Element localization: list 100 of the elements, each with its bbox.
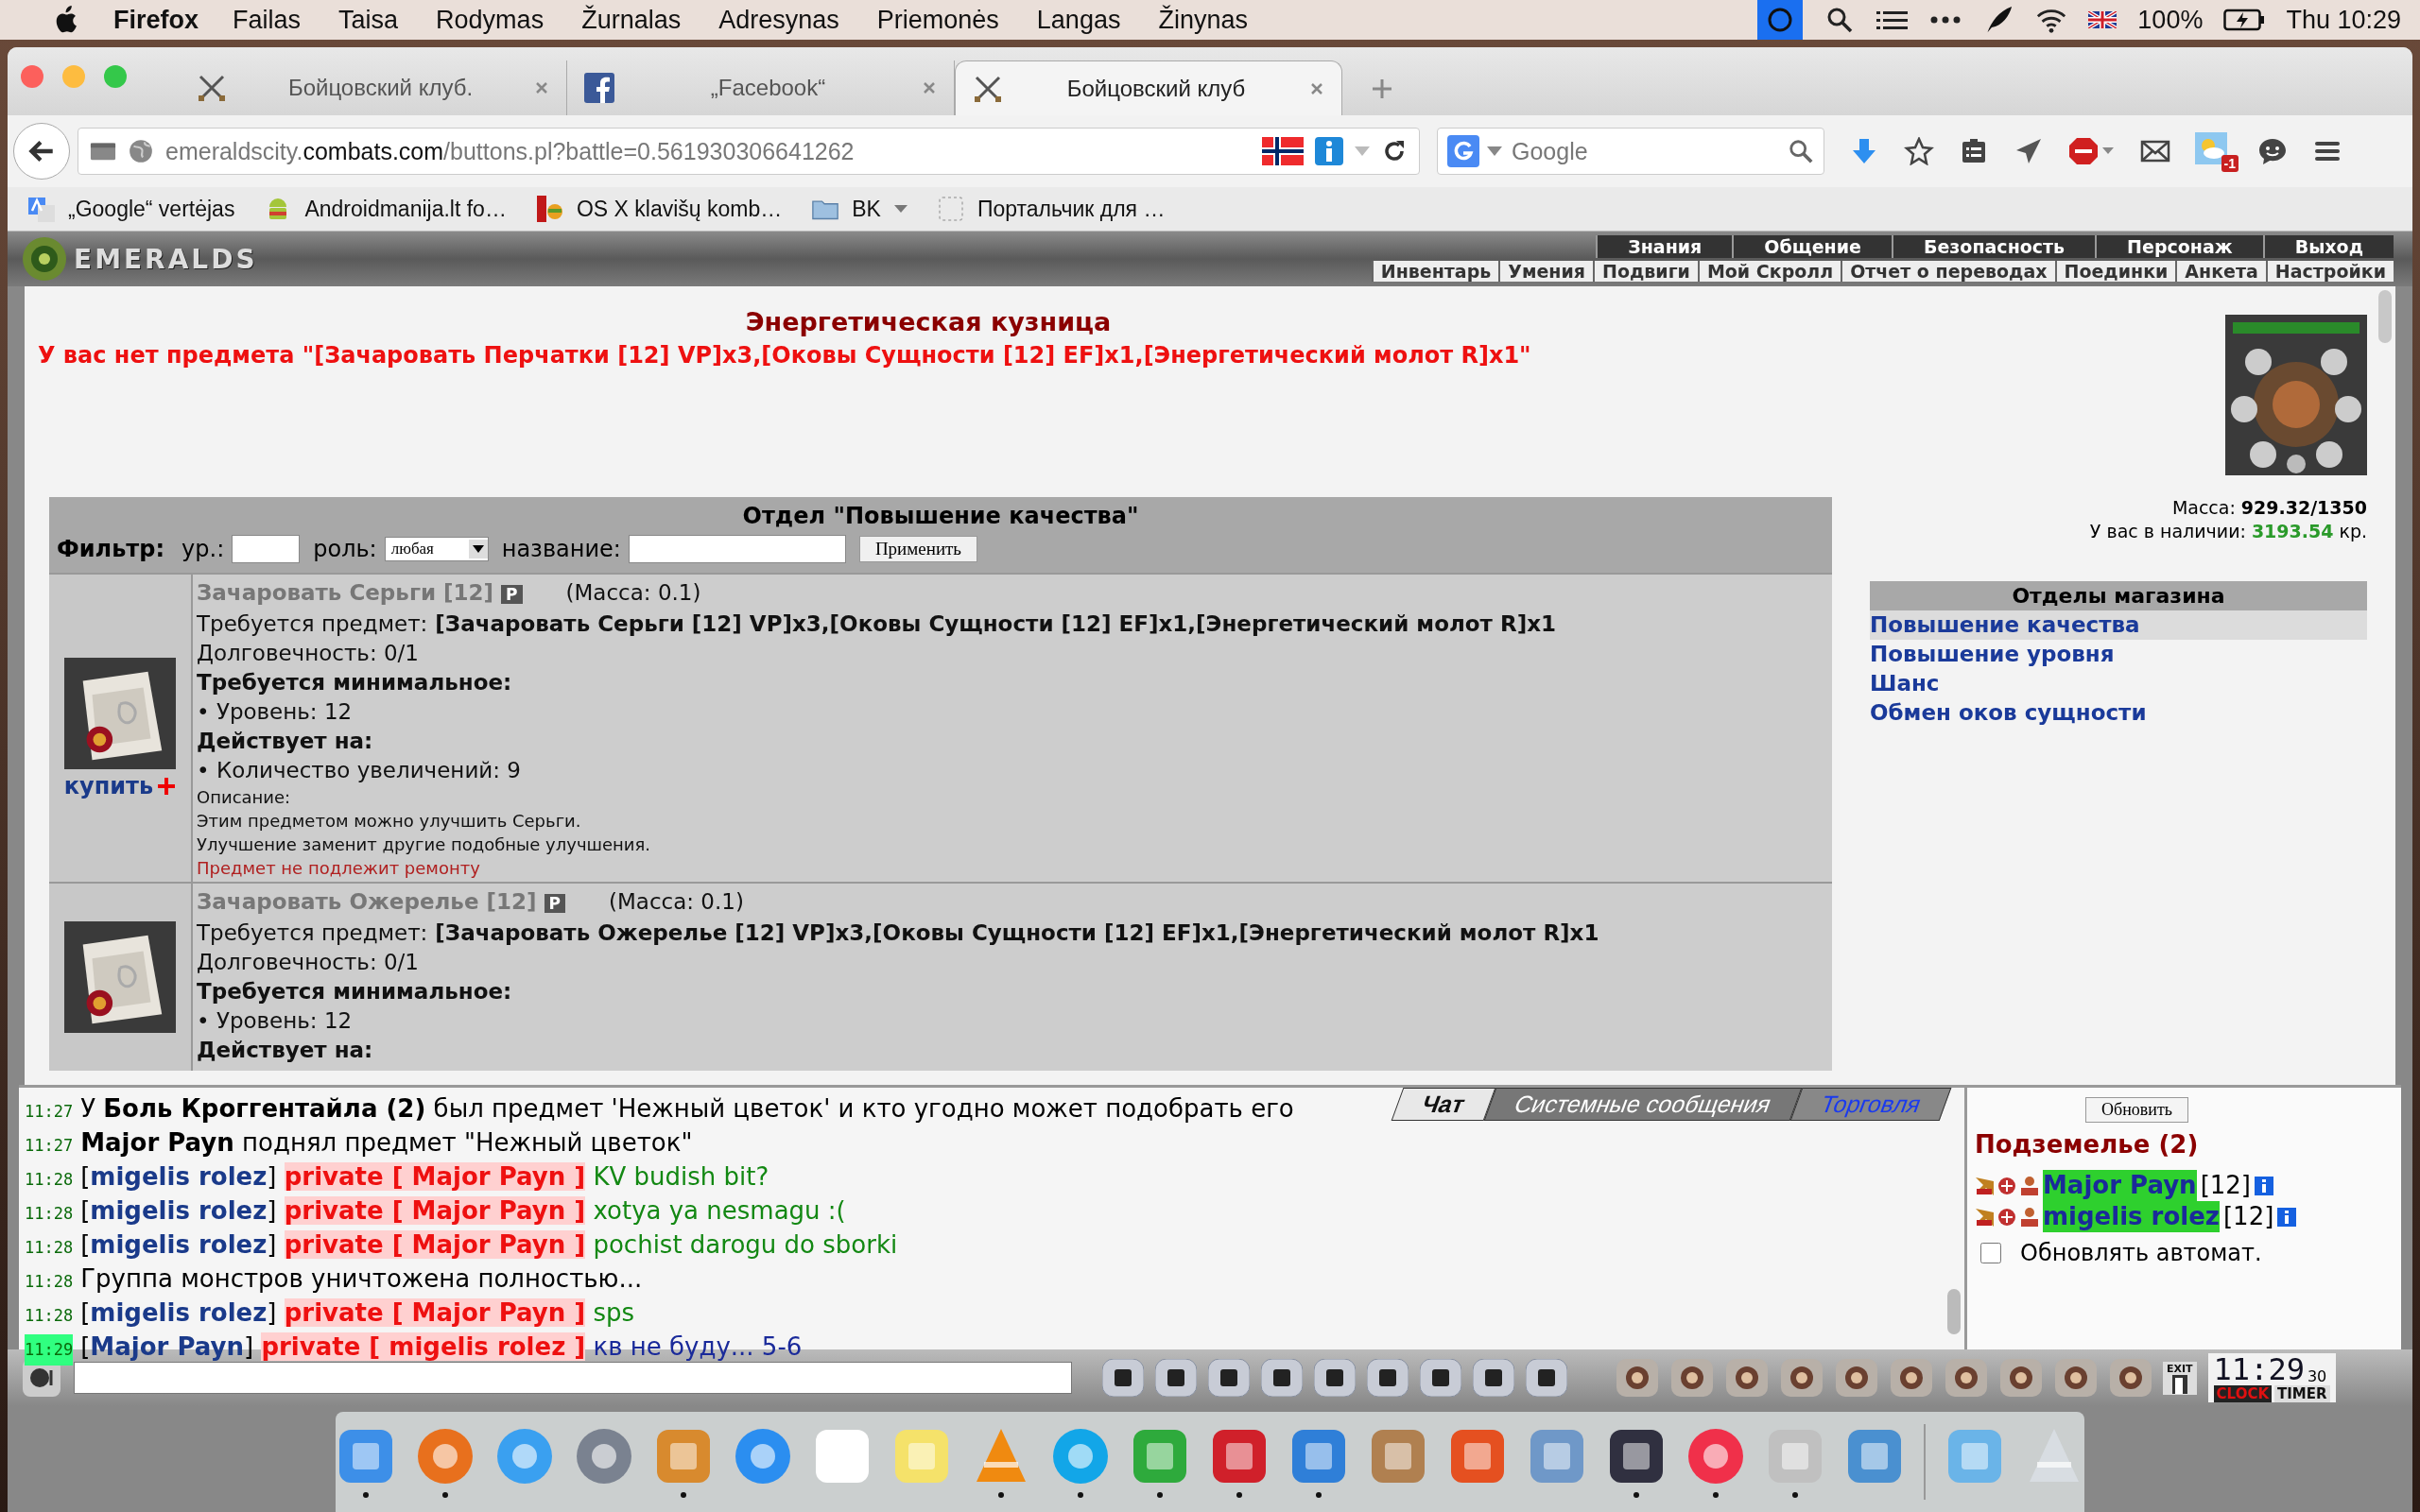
menu-item[interactable]: Adresynas [718,5,839,35]
menu-item[interactable]: Taisa [338,5,399,35]
game-nav-link[interactable]: Подвиги [1593,261,1698,282]
apply-button[interactable]: Применить [858,536,978,562]
game-nav-link[interactable]: Выход [2262,235,2394,258]
game-logo: EMERALDS [74,243,258,275]
menu-item[interactable]: Langas [1036,5,1121,35]
chat-message: Группа монстров уничтожена полностью... [80,1263,643,1295]
chat-tab[interactable]: Системные сообщения [1483,1088,1802,1121]
menu-app-name[interactable]: Firefox [113,5,199,35]
required-items: [Зачаровать Ожерелье [12] VP]x3,[Оковы Сущности [12] EF]x1,[Энергетический молот R]x1 [435,920,1599,945]
message-time: 11:28 [25,1203,74,1225]
menu-item[interactable]: Failas [233,5,302,35]
requirement-text: • Уровень: 12 [197,1007,354,1035]
chat-message: [migelis rolez] private [ Major Payn ] sps [80,1297,635,1329]
bookmark-item[interactable]: Портальчик для … [937,196,1166,222]
description-text: Улучшение заменит другие подобные улучшения. [197,833,652,856]
mass-value: 929.32/1350 [2240,496,2367,520]
game-nav-link[interactable]: Поединки [2054,261,2176,282]
error-message: У вас нет предмета "[Зачаровать Перчатки [12] VP]x3,[Оковы Сущности [12] EF]x1,[Энергетический молот R]x1" [37,342,1532,369]
field-label: роль: [313,536,377,562]
effect-text: • Количество увеличений: 9 [197,757,522,784]
game-nav-link[interactable]: Настройки [2265,261,2394,282]
checkbox-label: Обновлять автомат. [2020,1240,2262,1266]
timer-label[interactable]: TIMER [2274,1385,2330,1402]
description-label: Описание: [197,786,292,809]
field-label: ур.: [182,536,225,562]
durability-text: Долговечность: 0/1 [197,949,420,976]
item-badge: P [544,894,565,913]
item-mass: (Масса: 0.1) [565,580,701,605]
game-nav-link[interactable]: Общение [1732,235,1892,258]
game-nav-link[interactable]: Безопасность [1891,235,2096,258]
requirement-label: Требуется предмет: [197,611,428,636]
message-time: 11:28 [25,1169,74,1191]
section-heading: Действует на: [197,1037,374,1064]
section-link[interactable]: Шанс [1870,669,2367,698]
message-time: 11:28 [25,1271,74,1293]
sections-title: Отделы магазина [1870,581,2367,610]
field-label: название: [501,536,621,562]
message-time: 11:28 [25,1237,74,1259]
refresh-button[interactable]: Обновить [2085,1097,2188,1123]
message-time: 11:27 [25,1101,74,1123]
section-heading: Требуется минимальное: [197,669,513,696]
game-nav-link[interactable]: Знания [1596,235,1733,258]
page-title: Энергетическая кузница [744,307,1113,336]
clock-time: 11:29 [2213,1353,2305,1385]
bookmark-item[interactable]: Androidmanija.lt fo… [265,196,507,222]
money-value: 3193.54 [2251,520,2334,543]
role-dropdown[interactable]: любая [384,537,489,561]
bookmark-item[interactable]: OS X klavišų komb… [536,196,783,222]
player-name[interactable]: migelis rolez [2043,1201,2220,1232]
section-link[interactable]: Повышение качества [1870,610,2367,640]
chat-message: [migelis rolez] private [ Major Payn ] xotya ya nesmagu :( [80,1195,846,1227]
message-time: 11:28 [25,1305,74,1327]
menu-item[interactable]: Žinynas [1158,5,1248,35]
buy-link[interactable]: купить [63,772,154,799]
clock-seconds: 30 [2307,1367,2327,1385]
repair-note: Предмет не подлежит ремонту [197,857,481,880]
chat-message: [Major Payn] private [ migelis rolez ] кв не буду... 5-6 [80,1332,803,1363]
search-field[interactable]: Google [1437,128,1824,175]
game-nav-link[interactable]: Инвентарь [1371,261,1499,282]
exit-button[interactable]: EXIT [2163,1361,2197,1395]
item-mass: (Масса: 0.1) [609,889,744,914]
currency-label: кр. [2339,520,2367,543]
player-level: [12] [2200,1170,2251,1201]
game-nav-link[interactable]: Персонаж [2095,235,2263,258]
section-heading: Требуется минимальное: [197,978,513,1005]
chat-message: [migelis rolez] private [ Major Payn ] KV budish bit? [80,1161,769,1193]
address-field[interactable]: emeraldscity.combats.com/buttons.pl?battle=0.561930306641262 [78,128,1420,175]
browser-tab[interactable]: Бойцовский клуб [955,60,1342,115]
chat-message: [migelis rolez] private [ Major Payn ] pochist darogu do sborki [80,1229,898,1261]
mass-label: Масса: [2171,496,2236,520]
section-link[interactable]: Обмен оков сущности [1870,698,2367,728]
item-badge: P [501,585,523,604]
required-items: [Зачаровать Серьги [12] VP]x3,[Оковы Сущности [12] EF]x1,[Энергетический молот R]x1 [435,611,1556,636]
player-level: [12] [2222,1201,2274,1232]
menu-item[interactable]: Rodymas [436,5,544,35]
requirement-text: • Уровень: 12 [197,698,354,726]
money-label: У вас в наличии: [2089,520,2246,543]
section-link[interactable]: Повышение уровня [1870,640,2367,669]
message-time: 11:27 [25,1135,74,1157]
description-text: Этим предметом можно улучшить Серьги. [197,810,582,833]
menu-item[interactable]: Žurnalas [581,5,682,35]
bookmark-item[interactable]: „Google“ vertėjas [28,196,235,222]
location-title: Подземелье (2) [1975,1130,2199,1159]
message-time: 11:29 [25,1334,74,1366]
durability-text: Долговечность: 0/1 [197,640,420,667]
chat-tab[interactable]: Чат [1391,1088,1496,1121]
chat-message: Major Payn поднял предмет "Нежный цветок" [80,1127,693,1159]
game-nav-link[interactable]: Умения [1498,261,1593,282]
game-nav-link[interactable]: Отчет о переводах [1841,261,2055,282]
player-name[interactable]: Major Payn [2043,1170,2197,1201]
battery-percent: 100% [2137,5,2204,35]
game-nav-link[interactable]: Анкета [2175,261,2266,282]
requirement-label: Требуется предмет: [197,920,428,945]
department-title: Отдел "Повышение качества" [741,502,1140,529]
game-nav-link[interactable]: Мой Скролл [1697,261,1841,282]
bookmark-item[interactable]: BK [812,196,908,222]
menu-item[interactable]: Priemonės [876,5,999,35]
menu-clock: Thu 10:29 [2286,5,2401,35]
